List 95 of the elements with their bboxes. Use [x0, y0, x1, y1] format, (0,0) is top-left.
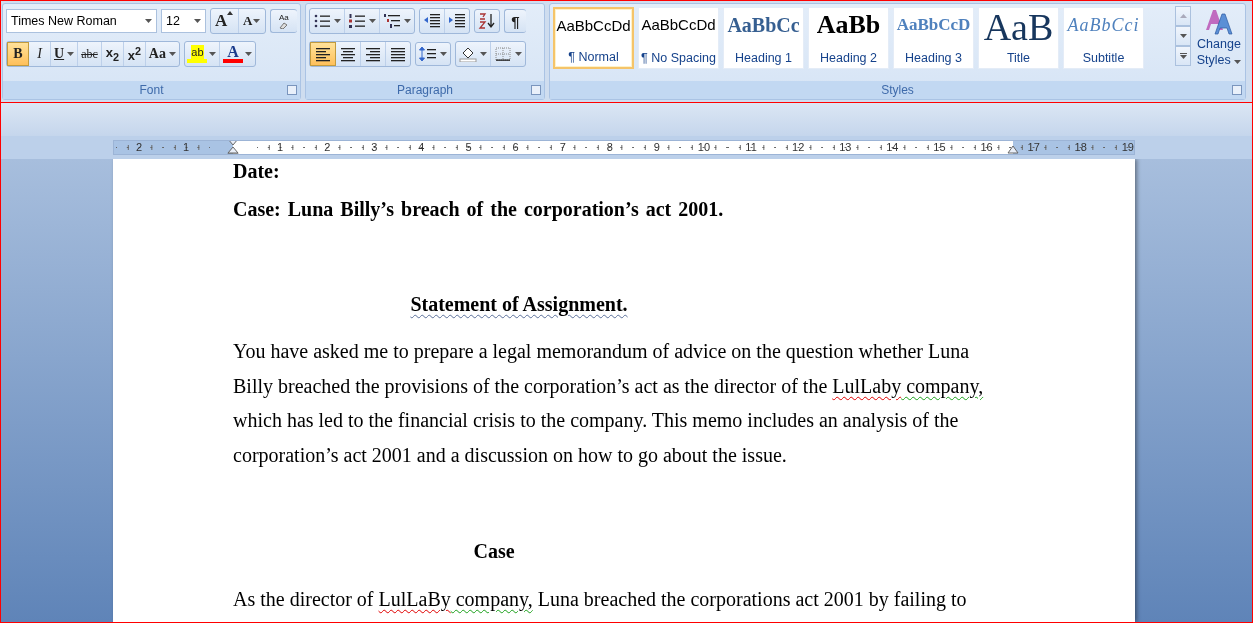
- caret-icon: [1179, 34, 1187, 38]
- sort-button[interactable]: [474, 9, 500, 33]
- style-gallery-item[interactable]: AaBbCcDd ¶ No Spacing: [638, 7, 719, 69]
- style-gallery-item[interactable]: AaBbCc Heading 1: [723, 7, 804, 69]
- ruler-number: 2: [323, 141, 332, 154]
- paint-bucket-icon: [459, 46, 477, 62]
- caret-icon: [334, 19, 341, 23]
- section-heading: Statement of Assignment.: [409, 292, 629, 318]
- font-name-field[interactable]: Times New Roman: [6, 9, 157, 33]
- expand-icon: [1179, 53, 1187, 59]
- caret-icon: [480, 52, 487, 56]
- line-spacing-icon: [419, 46, 437, 62]
- caret-icon: [193, 19, 201, 23]
- ruler-number: 7: [558, 141, 567, 154]
- show-marks-button[interactable]: ¶: [504, 9, 526, 33]
- caret-icon: [209, 52, 217, 56]
- numbered-list-icon: [348, 13, 366, 29]
- right-indent-marker-icon[interactable]: [1007, 145, 1019, 154]
- ruler-number: 17: [1026, 141, 1041, 154]
- italic-button[interactable]: I: [29, 42, 51, 66]
- caret-icon: [144, 19, 152, 23]
- bold-button[interactable]: B: [7, 42, 29, 66]
- font-color-button[interactable]: A: [219, 42, 255, 66]
- caret-icon: [253, 19, 261, 23]
- ruler-number: 12: [791, 141, 806, 154]
- style-gallery-item[interactable]: AaBbCcD Heading 3: [893, 7, 974, 69]
- section-heading: Case: [472, 539, 516, 564]
- ruler-number: 1: [276, 141, 285, 154]
- ruler-number: 14: [885, 141, 900, 154]
- dialog-launcher-icon[interactable]: [287, 85, 297, 95]
- ruler-number: 1: [182, 141, 191, 154]
- caret-icon: [1234, 60, 1242, 64]
- ruler-number: 9: [652, 141, 661, 154]
- caret-up-icon: [227, 11, 234, 15]
- ruler-number: 10: [696, 141, 712, 154]
- change-styles-button[interactable]: Change Styles: [1193, 4, 1245, 81]
- font-size-field[interactable]: 12: [160, 9, 206, 33]
- more-styles-button[interactable]: [1175, 46, 1191, 66]
- style-gallery-item[interactable]: AaBbCci Subtitle: [1063, 7, 1144, 69]
- increase-indent-icon: [448, 13, 466, 29]
- ruler-number: 13: [838, 141, 853, 154]
- subscript-button[interactable]: x$_{2}$: [101, 42, 124, 66]
- ruler-number: 2: [135, 141, 144, 154]
- group-label: Paragraph: [396, 83, 453, 97]
- caret-icon: [67, 52, 75, 56]
- ruler-number: 4: [417, 141, 426, 154]
- ruler-number: 19: [1120, 141, 1134, 154]
- caret-icon: [244, 52, 252, 56]
- dialog-launcher-icon[interactable]: [1232, 85, 1242, 95]
- grow-font-button[interactable]: A: [210, 9, 239, 33]
- ruler-number: 11: [744, 141, 758, 154]
- eraser-icon: [279, 22, 289, 29]
- highlight-color-button[interactable]: ab: [184, 42, 220, 66]
- bold-line: Date:: [233, 159, 281, 183]
- caret-icon: [369, 19, 376, 23]
- line-spacing-button[interactable]: [415, 42, 451, 66]
- align-left-button[interactable]: [310, 42, 336, 66]
- dialog-launcher-icon[interactable]: [531, 85, 541, 95]
- justify-icon: [389, 46, 407, 62]
- shading-button[interactable]: [456, 42, 491, 66]
- caret-up-icon: [1179, 14, 1187, 18]
- style-gallery-item[interactable]: AaBbCcDd ¶ Normal: [553, 7, 634, 69]
- ruler-number: 15: [932, 141, 947, 154]
- bold-line: Case: Luna Billy’s breach of the corporation’s act 2001.: [233, 197, 725, 223]
- scroll-down-button[interactable]: [1175, 26, 1191, 46]
- align-right-icon: [364, 46, 382, 62]
- borders-icon: [494, 46, 512, 62]
- change-case-button[interactable]: Aa: [145, 42, 179, 66]
- body-paragraph: You have asked me to prepare a legal memorandum of advice on the question whether Luna Billy breached the provisions of the corporation’s act as the director of the LulLaby company, which has led to the financial crisis to the company. This memo includes an analysis of the corporation’s act 2001 and a discussion on how to go about the issue.: [233, 339, 985, 469]
- caret-icon: [515, 52, 522, 56]
- ruler-number: 5: [464, 141, 473, 154]
- shrink-font-button[interactable]: A: [238, 9, 265, 33]
- sort-icon: [478, 13, 496, 29]
- caret-icon: [168, 52, 176, 56]
- ruler-number: 3: [370, 141, 379, 154]
- superscript-button[interactable]: x$^{2}$: [123, 42, 146, 66]
- body-paragraph: As the director of LulLaBy company, Luna breached the corporations act 2001 by failing to: [233, 587, 968, 613]
- strikethrough-button[interactable]: abc: [78, 42, 102, 66]
- bullet-list-icon: [313, 13, 331, 29]
- group-label: Styles: [881, 83, 914, 97]
- decrease-indent-icon: [423, 13, 441, 29]
- ruler-number: 6: [511, 141, 520, 154]
- caret-icon: [404, 19, 411, 23]
- style-gallery-item[interactable]: AaBb Heading 2: [808, 7, 889, 69]
- multilevel-list-icon: [383, 13, 401, 29]
- clear-formatting-button[interactable]: Aa: [269, 9, 297, 33]
- ruler-number: 18: [1073, 141, 1088, 154]
- ruler-number: 16: [979, 141, 994, 154]
- style-gallery-item[interactable]: AaB Title: [978, 7, 1059, 69]
- align-left-icon: [314, 46, 332, 62]
- caret-icon: [440, 52, 447, 56]
- align-center-icon: [339, 46, 357, 62]
- group-label: Font: [139, 83, 164, 97]
- underline-button[interactable]: U: [51, 42, 79, 66]
- ruler-number: 8: [605, 141, 614, 154]
